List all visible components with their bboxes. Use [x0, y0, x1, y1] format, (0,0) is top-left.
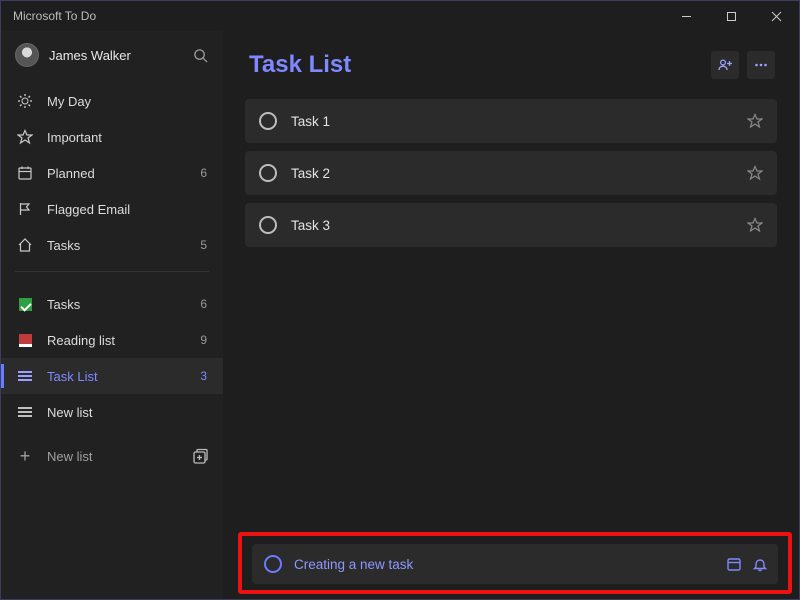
profile-name: James Walker	[49, 48, 131, 63]
nav-smart-lists: My Day Important Planned 6	[1, 77, 223, 263]
importance-toggle[interactable]	[747, 217, 763, 233]
task-label: Task 1	[291, 114, 733, 129]
sidebar-item-label: Important	[47, 130, 102, 145]
sidebar-item-reading-list[interactable]: Reading list 9	[1, 322, 223, 358]
avatar	[15, 43, 39, 67]
bell-icon	[752, 556, 768, 572]
main-panel: Task List Task 1	[223, 31, 799, 599]
sidebar-item-label: Planned	[47, 166, 95, 181]
search-icon	[193, 48, 208, 63]
sidebar-item-tasks-smart[interactable]: Tasks 5	[1, 227, 223, 263]
new-group-icon	[192, 448, 209, 465]
due-date-button[interactable]	[726, 556, 742, 572]
importance-toggle[interactable]	[747, 113, 763, 129]
task-row[interactable]: Task 3	[245, 203, 777, 247]
star-icon	[747, 113, 763, 129]
sidebar: James Walker My Day	[1, 31, 223, 599]
task-row[interactable]: Task 1	[245, 99, 777, 143]
close-icon	[771, 11, 782, 22]
sidebar-item-new-list[interactable]: New list	[1, 394, 223, 430]
profile-row[interactable]: James Walker	[1, 31, 223, 77]
sidebar-item-count: 5	[200, 238, 207, 252]
maximize-button[interactable]	[709, 1, 754, 31]
minimize-icon	[681, 11, 692, 22]
sidebar-item-flagged-email[interactable]: Flagged Email	[1, 191, 223, 227]
flag-icon	[17, 201, 33, 217]
list-title[interactable]: Task List	[249, 51, 351, 79]
window-title: Microsoft To Do	[13, 9, 96, 23]
sidebar-item-label: Flagged Email	[47, 202, 130, 217]
complete-toggle[interactable]	[259, 164, 277, 182]
ellipsis-icon	[753, 57, 769, 73]
sidebar-item-count: 6	[200, 297, 207, 311]
profile-left: James Walker	[15, 43, 131, 67]
window-controls	[664, 1, 799, 31]
sidebar-item-label: My Day	[47, 94, 91, 109]
reminder-button[interactable]	[752, 556, 768, 572]
star-icon	[747, 217, 763, 233]
importance-toggle[interactable]	[747, 165, 763, 181]
complete-toggle[interactable]	[259, 112, 277, 130]
titlebar: Microsoft To Do	[1, 1, 799, 31]
close-button[interactable]	[754, 1, 799, 31]
sidebar-item-task-list[interactable]: Task List 3	[1, 358, 223, 394]
sidebar-item-label: Reading list	[47, 333, 115, 348]
calendar-icon	[17, 165, 33, 181]
sidebar-item-tasks[interactable]: Tasks 6	[1, 286, 223, 322]
plus-icon: +	[17, 447, 33, 465]
sidebar-item-count: 9	[200, 333, 207, 347]
new-list-row[interactable]: + New list	[1, 436, 223, 476]
task-label: Task 2	[291, 166, 733, 181]
list-icon	[17, 404, 33, 420]
sidebar-item-label: Task List	[47, 369, 98, 384]
sidebar-item-count: 6	[200, 166, 207, 180]
minimize-button[interactable]	[664, 1, 709, 31]
list-options-button[interactable]	[747, 51, 775, 79]
search-button[interactable]	[191, 46, 209, 64]
calendar-icon	[726, 556, 742, 572]
sidebar-item-label: Tasks	[47, 238, 80, 253]
star-icon	[747, 165, 763, 181]
star-icon	[17, 129, 33, 145]
home-icon	[17, 237, 33, 253]
task-row[interactable]: Task 2	[245, 151, 777, 195]
sidebar-item-label: Tasks	[47, 297, 80, 312]
new-group-button[interactable]	[189, 445, 211, 467]
add-task-circle-icon	[264, 555, 282, 573]
add-task-bar[interactable]	[252, 544, 778, 584]
task-items: Task 1 Task 2 Task 3	[241, 89, 781, 247]
share-button[interactable]	[711, 51, 739, 79]
sidebar-item-important[interactable]: Important	[1, 119, 223, 155]
add-task-input[interactable]	[294, 557, 714, 572]
app-body: James Walker My Day	[1, 31, 799, 599]
main-header: Task List	[241, 31, 781, 89]
sidebar-item-label: New list	[47, 405, 93, 420]
sidebar-item-my-day[interactable]: My Day	[1, 83, 223, 119]
complete-toggle[interactable]	[259, 216, 277, 234]
add-task-right-icons	[726, 556, 768, 572]
task-label: Task 3	[291, 218, 733, 233]
new-list-label: New list	[47, 449, 93, 464]
sidebar-item-count: 3	[200, 369, 207, 383]
nav-user-lists: Tasks 6 Reading list 9 Task List 3 New l…	[1, 280, 223, 430]
sun-icon	[17, 93, 33, 109]
share-people-icon	[717, 57, 733, 73]
list-icon	[17, 368, 33, 384]
color-square-green-icon	[17, 296, 33, 312]
app-window: Microsoft To Do James Walker	[0, 0, 800, 600]
sidebar-item-planned[interactable]: Planned 6	[1, 155, 223, 191]
sidebar-divider	[15, 271, 209, 272]
maximize-icon	[726, 11, 737, 22]
header-actions	[711, 51, 775, 79]
color-square-red-icon	[17, 332, 33, 348]
